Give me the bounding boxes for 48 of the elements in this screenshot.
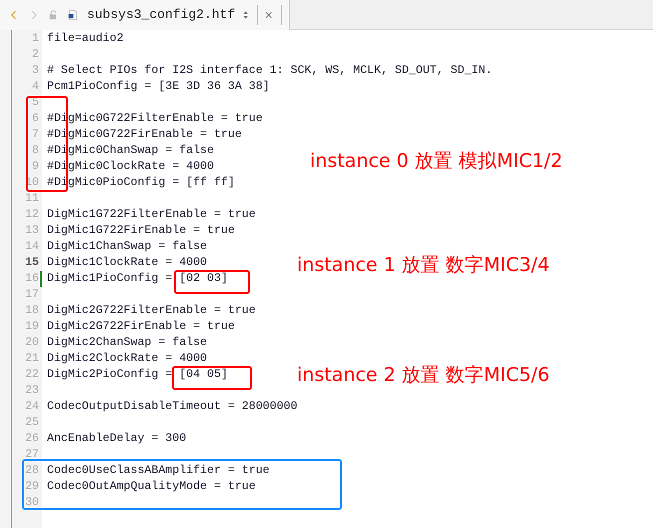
code-line: AncEnableDelay = 300 bbox=[47, 432, 186, 445]
code-line: DigMic2G722FirEnable = true bbox=[47, 320, 235, 333]
line-number: 4 bbox=[31, 79, 40, 95]
line-number: 17 bbox=[24, 287, 40, 303]
code-line: DigMic1G722FilterEnable = true bbox=[47, 208, 256, 221]
line-number: 2 bbox=[31, 47, 40, 63]
code-line: DigMic2ClockRate = 4000 bbox=[47, 352, 208, 365]
line-number: 6 bbox=[31, 111, 40, 127]
line-number: 29 bbox=[24, 479, 40, 495]
code-line: file=audio2 bbox=[47, 32, 124, 45]
line-number: 7 bbox=[31, 127, 40, 143]
code-line: DigMic1ClockRate = 4000 bbox=[47, 256, 208, 269]
code-line: DigMic1ChanSwap = false bbox=[47, 240, 208, 253]
line-number: 27 bbox=[24, 447, 40, 463]
line-number: 11 bbox=[24, 191, 40, 207]
line-number: 19 bbox=[24, 319, 40, 335]
annotation-note: instance 2 放置 数字MIC5/6 bbox=[297, 366, 550, 385]
code-line: DigMic2G722FilterEnable = true bbox=[47, 304, 256, 317]
line-number: 26 bbox=[24, 431, 40, 447]
code-line: DigMic1PioConfig = [02 03] bbox=[47, 272, 228, 285]
line-number: 3 bbox=[31, 63, 40, 79]
line-number: 15 bbox=[24, 255, 40, 271]
line-number: 24 bbox=[24, 399, 40, 415]
annotation-note: instance 0 放置 模拟MIC1/2 bbox=[310, 152, 563, 171]
line-number: 9 bbox=[31, 159, 40, 175]
line-number: 14 bbox=[24, 239, 40, 255]
line-number: 18 bbox=[24, 303, 40, 319]
code-line: Codec0OutAmpQualityMode = true bbox=[47, 480, 256, 493]
annotation-note: instance 1 放置 数字MIC3/4 bbox=[297, 256, 550, 275]
code-line: Codec0UseClassABAmplifier = true bbox=[47, 464, 270, 477]
line-number: 13 bbox=[24, 223, 40, 239]
code-line: Pcm1PioConfig = [3E 3D 36 3A 38] bbox=[47, 80, 270, 93]
line-number: 30 bbox=[24, 495, 40, 511]
code-line: DigMic2PioConfig = [04 05] bbox=[47, 368, 228, 381]
line-number: 12 bbox=[24, 207, 40, 223]
line-number: 22 bbox=[24, 367, 40, 383]
code-line: DigMic1G722FirEnable = true bbox=[47, 224, 235, 237]
code-line: CodecOutputDisableTimeout = 28000000 bbox=[47, 400, 298, 413]
line-number: 1 bbox=[31, 31, 40, 47]
line-number: 25 bbox=[24, 415, 40, 431]
code-line: DigMic2ChanSwap = false bbox=[47, 336, 208, 349]
line-number: 20 bbox=[24, 335, 40, 351]
line-number: 21 bbox=[24, 351, 40, 367]
line-number: 23 bbox=[24, 383, 40, 399]
line-number: 16 bbox=[12, 271, 42, 287]
line-number: 28 bbox=[24, 463, 40, 479]
line-number: 8 bbox=[31, 143, 40, 159]
code-line: # Select PIOs for I2S interface 1: SCK, WS, MCLK, SD_OUT, SD_IN. bbox=[47, 64, 492, 77]
